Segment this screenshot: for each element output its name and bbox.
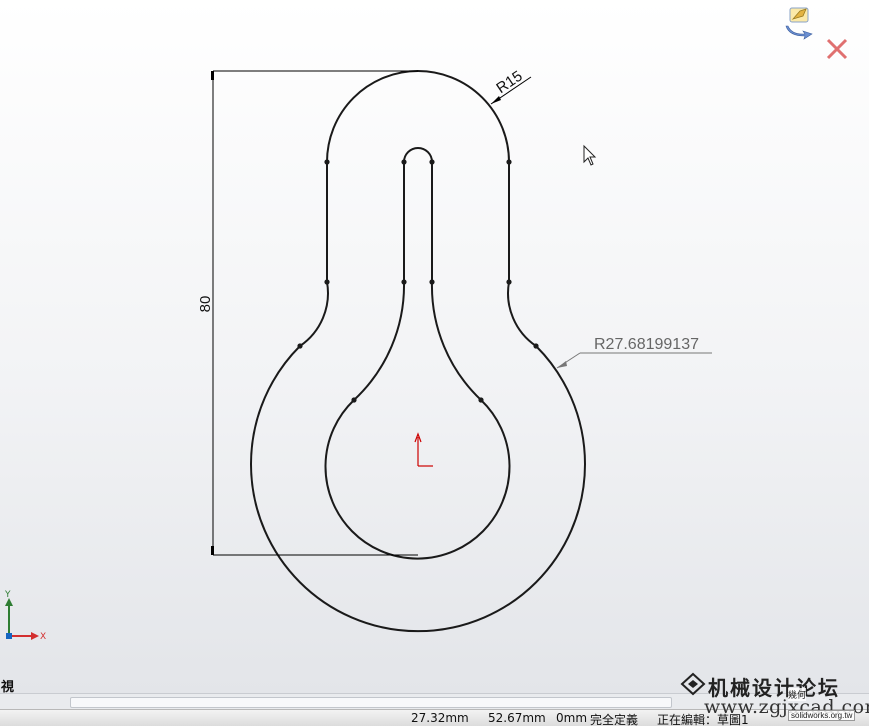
small-radius-dimension[interactable]: R15 [490, 68, 532, 105]
y-coordinate: 52.67mm [488, 711, 546, 725]
graphics-area[interactable]: 80 R15 R27.68199137 Y X 視 [0, 0, 869, 693]
triad-y-label: Y [4, 590, 11, 600]
sketch-points [297, 159, 539, 403]
z-coordinate: 0mm [556, 711, 588, 725]
height-dimension[interactable]: 80 [197, 70, 418, 556]
inner-profile[interactable] [324, 147, 511, 560]
scrollbar-thumb[interactable] [70, 697, 672, 708]
watermark-site: solidworks.org.tw [788, 710, 856, 721]
large-radius-dimension[interactable]: R27.68199137 [556, 336, 712, 369]
origin-icon [414, 432, 433, 467]
sketch-state: 完全定義 [590, 713, 639, 727]
triad-x-label: X [40, 632, 46, 642]
watermark: 机械设计论坛 幾何 www.zgjxcad.com solidworks.org… [680, 672, 869, 726]
watermark-logo-icon [680, 672, 706, 696]
confirm-corner-icon[interactable] [785, 7, 813, 40]
exit-sketch-icon[interactable] [826, 38, 848, 60]
sketch-canvas[interactable]: 80 R15 R27.68199137 Y X [0, 0, 869, 693]
view-triad: Y X [4, 590, 46, 642]
cursor-arrow-icon [583, 144, 597, 166]
view-orientation-label: 視 [1, 680, 15, 693]
large-radius-label[interactable]: R27.68199137 [594, 336, 699, 353]
small-radius-label[interactable]: R15 [493, 68, 525, 97]
height-dimension-label[interactable]: 80 [197, 296, 214, 313]
outer-profile[interactable] [250, 70, 586, 633]
x-coordinate: 27.32mm [411, 711, 469, 725]
